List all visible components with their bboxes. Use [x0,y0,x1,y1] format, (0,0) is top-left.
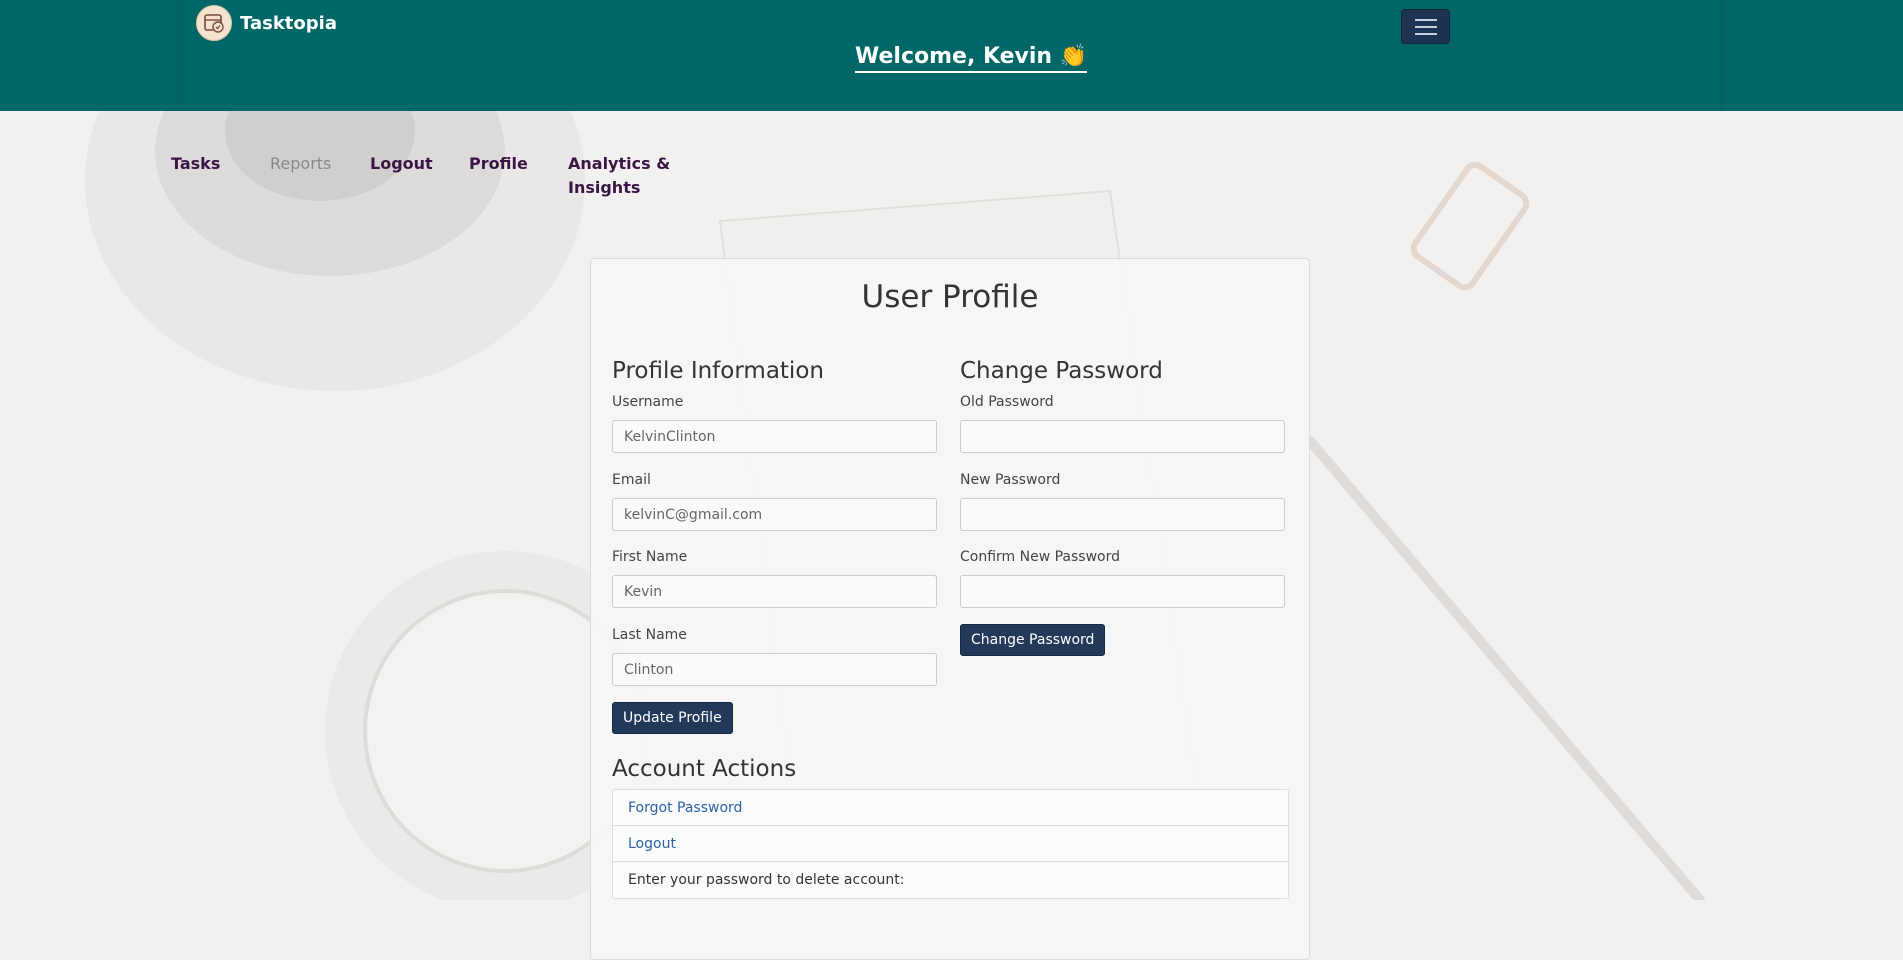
first-name-label: First Name [612,549,688,565]
email-label: Email [612,472,651,488]
nav-analytics-line2[interactable]: Insights [568,176,640,200]
profile-info-heading: Profile Information [612,358,824,384]
old-password-field[interactable] [960,420,1285,453]
username-field[interactable] [612,420,937,453]
forgot-password-link[interactable]: Forgot Password [628,800,742,816]
last-name-label: Last Name [612,627,687,643]
old-password-label: Old Password [960,394,1054,410]
account-actions-heading: Account Actions [612,756,797,782]
username-label: Username [612,394,684,410]
nav-profile[interactable]: Profile [469,152,528,176]
update-profile-button[interactable]: Update Profile [612,702,733,734]
change-password-heading: Change Password [960,358,1163,384]
confirm-password-label: Confirm New Password [960,549,1121,565]
nav-analytics[interactable]: Analytics & [568,152,670,176]
email-field[interactable] [612,498,937,531]
delete-account-prompt: Enter your password to delete account: [628,872,905,888]
list-item: Forgot Password [613,790,1288,826]
first-name-field[interactable] [612,575,937,608]
top-navbar: Tasktopia Welcome, Kevin 👏 [0,0,1903,111]
user-profile-card: User Profile Profile Information Usernam… [590,258,1310,960]
page-title: User Profile [861,279,1039,315]
list-item: Logout [613,826,1288,862]
nav-reports[interactable]: Reports [270,152,331,176]
nav-logout[interactable]: Logout [370,152,433,176]
calendar-logo-icon [196,5,232,41]
menu-toggle-button[interactable] [1401,9,1450,44]
menu-bar [1414,18,1437,21]
change-password-button[interactable]: Change Password [960,624,1106,656]
logout-link[interactable]: Logout [628,836,676,852]
account-actions-list: Forgot Password Logout Enter your passwo… [612,789,1289,899]
confirm-password-field[interactable] [960,575,1285,608]
last-name-field[interactable] [612,653,937,686]
nav-tasks[interactable]: Tasks [171,152,220,176]
brand-name: Tasktopia [240,12,337,34]
brand-link[interactable]: Tasktopia [196,5,337,41]
new-password-field[interactable] [960,498,1285,531]
menu-bar [1414,25,1437,28]
welcome-heading: Welcome, Kevin 👏 [855,44,1088,73]
menu-bar [1414,32,1437,35]
new-password-label: New Password [960,472,1061,488]
